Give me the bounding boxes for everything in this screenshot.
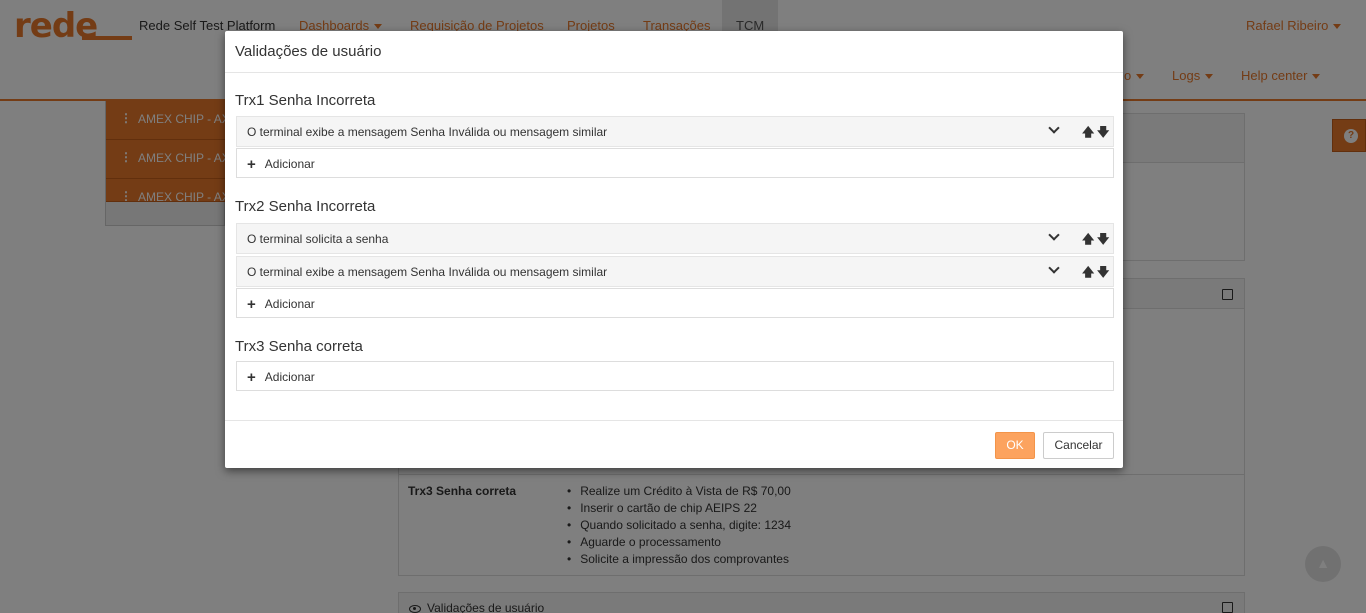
- validation-row[interactable]: O terminal solicita a senha 🡅 🡇: [236, 223, 1114, 254]
- add-validation-button[interactable]: + Adicionar: [236, 361, 1114, 391]
- plus-icon: +: [247, 369, 256, 386]
- plus-icon: +: [247, 296, 256, 313]
- section-title-trx1: Trx1 Senha Incorreta: [235, 92, 376, 109]
- ok-button[interactable]: OK: [995, 432, 1035, 459]
- arrow-down-icon[interactable]: 🡇: [1097, 263, 1109, 284]
- validation-text: O terminal exibe a mensagem Senha Inváli…: [247, 125, 608, 139]
- validation-text: O terminal exibe a mensagem Senha Inváli…: [247, 265, 608, 279]
- chevron-down-icon[interactable]: [1048, 122, 1060, 134]
- modal-title: Validações de usuário: [235, 43, 382, 60]
- add-label: Adicionar: [264, 157, 315, 171]
- chevron-down-icon[interactable]: [1048, 229, 1060, 241]
- validations-modal: Validações de usuário Trx1 Senha Incorre…: [225, 31, 1123, 468]
- arrow-down-icon[interactable]: 🡇: [1097, 230, 1109, 251]
- add-validation-button[interactable]: + Adicionar: [236, 148, 1114, 178]
- section-title-trx2: Trx2 Senha Incorreta: [235, 198, 376, 215]
- validation-text: O terminal solicita a senha: [247, 232, 389, 246]
- validation-row[interactable]: O terminal exibe a mensagem Senha Inváli…: [236, 116, 1114, 147]
- plus-icon: +: [247, 156, 256, 173]
- cancel-button[interactable]: Cancelar: [1043, 432, 1114, 459]
- arrow-up-icon[interactable]: 🡅: [1082, 230, 1094, 251]
- add-label: Adicionar: [264, 297, 315, 311]
- add-validation-button[interactable]: + Adicionar: [236, 288, 1114, 318]
- arrow-down-icon[interactable]: 🡇: [1097, 123, 1109, 144]
- divider: [225, 420, 1123, 421]
- chevron-down-icon[interactable]: [1048, 262, 1060, 274]
- validation-row[interactable]: O terminal exibe a mensagem Senha Inváli…: [236, 256, 1114, 287]
- arrow-up-icon[interactable]: 🡅: [1082, 263, 1094, 284]
- divider: [225, 72, 1123, 73]
- section-title-trx3: Trx3 Senha correta: [235, 338, 363, 355]
- arrow-up-icon[interactable]: 🡅: [1082, 123, 1094, 144]
- add-label: Adicionar: [264, 370, 315, 384]
